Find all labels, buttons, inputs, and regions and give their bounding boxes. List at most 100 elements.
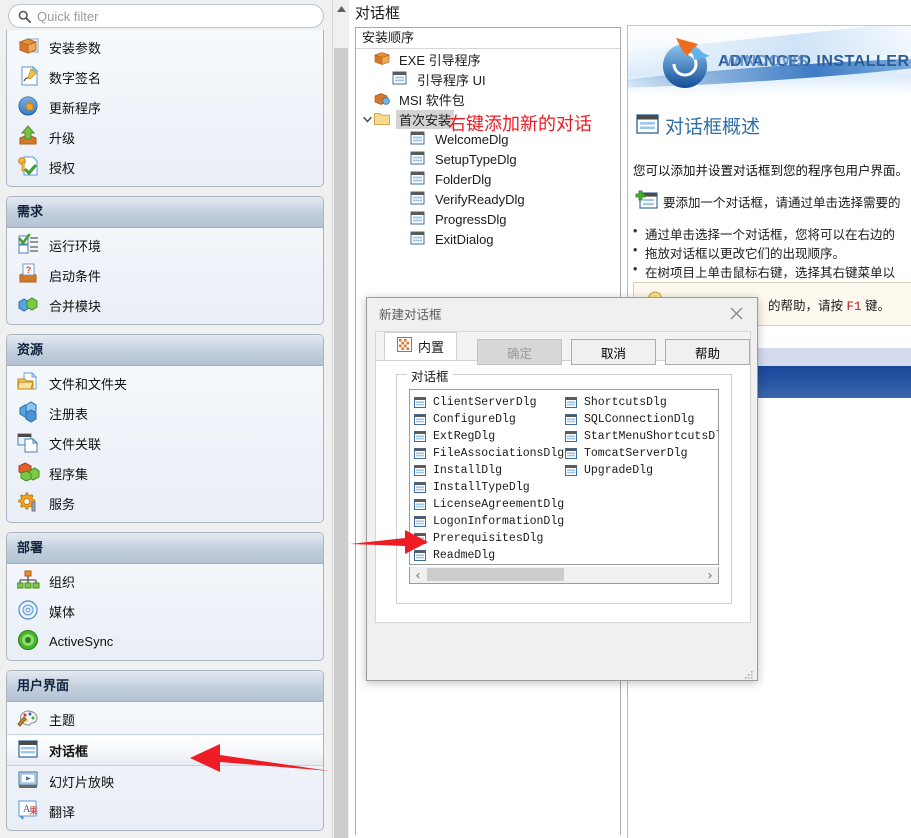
tree-node-label: ProgressDlg [435,211,507,227]
sidebar-item-label: 文件和文件夹 [49,376,128,392]
list-item[interactable]: LicenseAgreementDlg [414,496,564,513]
sidebar-group-user-interface: 用户界面 主题 对话框 幻灯片放映 A 果 翻译 [6,670,324,831]
sidebar-item-media[interactable]: 媒体 [7,596,323,626]
sidebar-item-upgrade[interactable]: 升级 [7,122,323,152]
sidebar-item-license[interactable]: 授权 [7,152,323,182]
list-item[interactable]: ConfigureDlg [414,411,564,428]
list-item[interactable]: TomcatServerDlg [565,445,718,462]
resize-grip-icon[interactable] [744,668,754,679]
upgrade-icon [17,125,43,149]
help-shortcut-key: F1 [846,300,862,314]
svg-text:?: ? [26,265,32,275]
sidebar-group-header: 资源 [7,335,323,366]
tree-node[interactable]: SetupTypeDlg [356,149,620,169]
tab-builtin-label: 内置 [418,339,445,355]
dialog-templates-listbox[interactable]: ClientServerDlg ConfigureDlg ExtRegDlg File… [409,389,719,565]
tree-node[interactable]: ProgressDlg [356,209,620,229]
merge-module-icon [17,293,43,317]
sidebar-item-services[interactable]: 服务 [7,488,323,518]
dialog-icon [565,430,579,443]
list-item[interactable]: UpgradeDlg [565,462,718,479]
search-input[interactable]: Quick filter [8,4,324,28]
registry-icon [17,401,43,425]
package-icon [17,35,43,59]
tree-node-label: ExitDialog [435,231,494,247]
list-item[interactable]: FileAssociationsDlg [414,445,564,462]
tree-node[interactable]: EXE 引导程序 [356,49,620,69]
sidebar-item-merge-modules[interactable]: 合并模块 [7,290,323,320]
sidebar-item-label: 更新程序 [49,100,102,116]
sidebar-item-label: 升级 [49,130,76,146]
list-item-label: InstallDlg [433,464,503,477]
scrollbar-thumb[interactable] [334,48,348,838]
list-item[interactable]: LogonInformationDlg [414,513,564,530]
list-item[interactable]: InstallTypeDlg [414,479,564,496]
sidebar-item-dialogs[interactable]: 对话框 [7,734,323,766]
brand-overlay-text: WINDOWS [724,53,809,70]
sidebar-group-header: 用户界面 [7,671,323,702]
list-item[interactable]: PrerequisitesDlg [414,530,564,547]
list-item[interactable]: ExtRegDlg [414,428,564,445]
sidebar-item-digital-signature[interactable]: 数字签名 [7,62,323,92]
sidebar-item-organization[interactable]: 组织 [7,566,323,596]
sidebar-item-file-associations[interactable]: 文件关联 [7,428,323,458]
ok-button[interactable]: 确定 [477,339,562,365]
sidebar-group-resources: 资源 文件和文件夹 注册表 文件关联 程序集 服务 [6,334,324,523]
list-item-label: ClientServerDlg [433,396,537,409]
sidebar-item-slideshow[interactable]: 幻灯片放映 [7,766,323,796]
overview-title: 对话框概述 [665,117,761,138]
list-item-label: ConfigureDlg [433,413,516,426]
sidebar-item-install-params[interactable]: 安装参数 [7,32,323,62]
scroll-left-arrow-icon[interactable]: ‹ [410,567,426,582]
scrollbar-thumb[interactable] [427,568,564,581]
signature-icon [17,65,43,89]
list-item[interactable]: ClientServerDlg [414,394,564,411]
help-callout-text: 的帮助，请按 F1 键。 [768,295,890,314]
list-item-label: TomcatServerDlg [584,447,688,460]
sidebar-item-label: 启动条件 [49,268,102,284]
overview-intro-text: 您可以添加并设置对话框到您的程序包用户界面。 [633,164,909,178]
sidebar-item-translations[interactable]: A 果 翻译 [7,796,323,826]
modal-body: 内置 对话框 ClientServerDlg ConfigureDlg ExtReg… [375,331,751,623]
scroll-up-arrow-icon[interactable] [333,0,349,17]
dialog-icon [410,151,428,167]
list-item[interactable]: ShortcutsDlg [565,394,718,411]
close-icon[interactable] [719,301,753,325]
list-item[interactable]: StartMenuShortcutsDlg [565,428,718,445]
tree-node[interactable]: ExitDialog [356,229,620,249]
scroll-right-arrow-icon[interactable]: › [702,567,718,582]
list-item[interactable]: InstallDlg [414,462,564,479]
sidebar-item-launch-conditions[interactable]: ? 启动条件 [7,260,323,290]
list-item[interactable]: ReadmeDlg [414,547,564,564]
chevron-down-icon[interactable] [360,116,374,123]
list-item-label: PrerequisitesDlg [433,532,544,545]
list-item-label: FileAssociationsDlg [433,447,565,460]
activesync-icon [17,629,43,653]
list-item[interactable]: SQLConnectionDlg [565,411,718,428]
sidebar-item-prerequisites[interactable]: 运行环境 [7,230,323,260]
sidebar-item-activesync[interactable]: ActiveSync [7,626,323,656]
tab-builtin[interactable]: 内置 [384,332,458,360]
add-dialog-icon [635,190,659,215]
tree-node[interactable]: VerifyReadyDlg [356,189,620,209]
sidebar-item-files-and-folders[interactable]: 文件和文件夹 [7,368,323,398]
dialog-icon [414,515,428,528]
sidebar-scrollbar[interactable] [332,0,349,838]
help-button[interactable]: 帮助 [665,339,750,365]
tree-node-label: EXE 引导程序 [399,52,481,68]
sidebar-item-label: 安装参数 [49,40,102,56]
sidebar-item-updater[interactable]: 更新程序 [7,92,323,122]
dialog-icon [565,413,579,426]
tree-node[interactable]: 引导程序 UI [356,69,620,89]
list-item-label: LogonInformationDlg [433,515,565,528]
tree-node[interactable]: MSI 软件包 [356,89,620,109]
tree-node[interactable]: FolderDlg [356,169,620,189]
dialog-icon [414,396,428,409]
sidebar-item-assemblies[interactable]: 程序集 [7,458,323,488]
cancel-button[interactable]: 取消 [571,339,656,365]
sidebar-item-themes[interactable]: 主题 [7,704,323,734]
listbox-horizontal-scrollbar[interactable]: ‹ › [409,567,719,584]
page-title: 对话框 [355,5,401,22]
sidebar-item-registry[interactable]: 注册表 [7,398,323,428]
dialog-icon [414,413,428,426]
